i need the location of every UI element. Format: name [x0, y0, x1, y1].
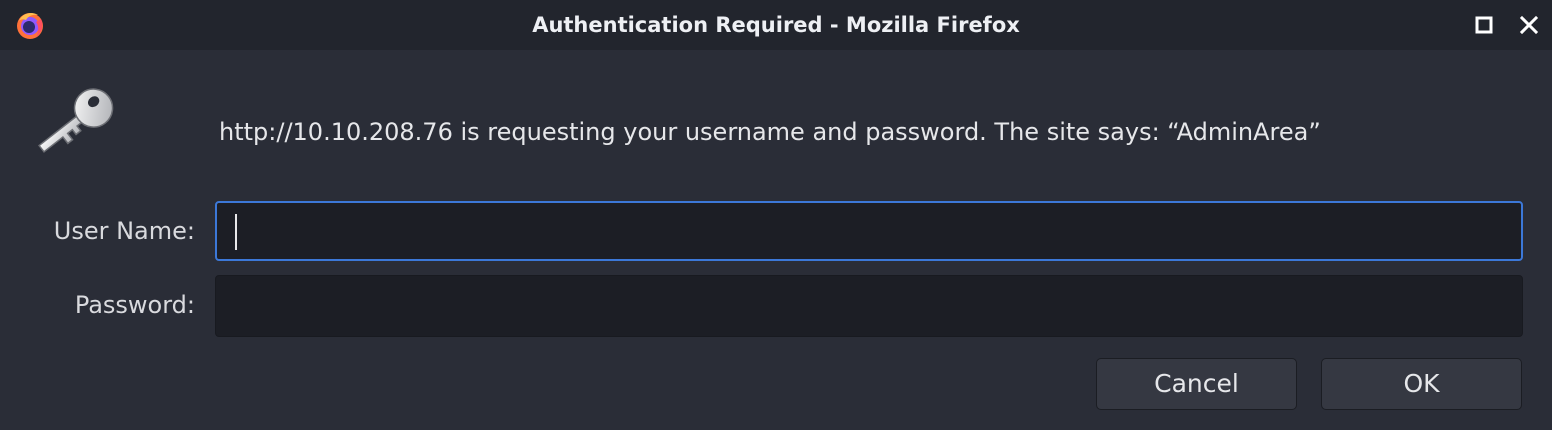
title-bar[interactable]: Authentication Required - Mozilla Firefo…: [0, 0, 1552, 50]
window-title: Authentication Required - Mozilla Firefo…: [532, 13, 1020, 37]
password-label: Password:: [74, 291, 195, 319]
close-icon[interactable]: [1517, 13, 1541, 37]
cancel-button[interactable]: Cancel: [1096, 358, 1297, 410]
ok-button[interactable]: OK: [1321, 358, 1522, 410]
key-icon: [38, 88, 114, 153]
username-input[interactable]: [215, 201, 1523, 261]
password-input[interactable]: [215, 275, 1523, 337]
firefox-icon: [17, 13, 43, 39]
username-label: User Name:: [53, 217, 195, 245]
maximize-icon[interactable]: [1472, 13, 1496, 37]
text-cursor: [235, 214, 237, 250]
auth-dialog-window: Authentication Required - Mozilla Firefo…: [0, 0, 1552, 430]
auth-message: http://10.10.208.76 is requesting your u…: [219, 118, 1321, 146]
